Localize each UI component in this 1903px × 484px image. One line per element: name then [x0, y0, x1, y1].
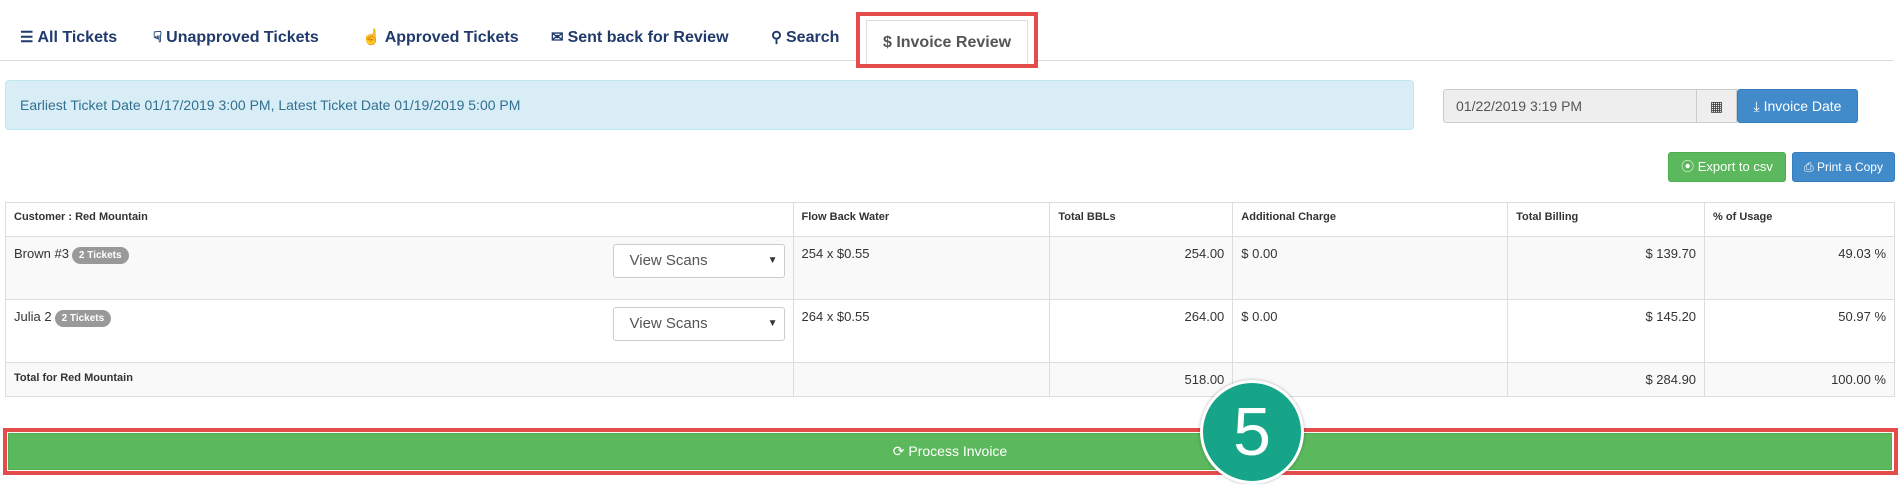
total-bbls-sum: 518.00	[1049, 362, 1234, 397]
total-label: Total for Red Mountain	[5, 362, 794, 397]
total-bbls-cell: 264.00	[1049, 299, 1234, 363]
invoice-date-input[interactable]: 01/22/2019 3:19 PM	[1443, 89, 1697, 123]
print-button[interactable]: ⎙ Print a Copy	[1792, 152, 1895, 182]
tab-unapproved-tickets[interactable]: ☟ Unapproved Tickets	[153, 18, 319, 58]
customer-cell: Julia 22 Tickets View Scans ▼	[5, 299, 794, 363]
tab-sent-back-for-review[interactable]: ✉ Sent back for Review	[551, 18, 729, 58]
total-bbls-cell: 254.00	[1049, 236, 1234, 300]
chevron-down-icon: ▼	[767, 318, 778, 329]
tab-label: Sent back for Review	[567, 29, 729, 46]
view-scans-label: View Scans	[629, 315, 708, 332]
tab-label: All Tickets	[37, 29, 118, 46]
tab-all-tickets[interactable]: ☰ All Tickets	[20, 18, 117, 58]
chevron-down-icon: ▼	[767, 255, 778, 266]
print-label: Print a Copy	[1816, 160, 1883, 174]
tab-search[interactable]: ⚲ Search	[771, 18, 839, 58]
tab-bar: ☰ All Tickets ☟ Unapproved Tickets ☝ Approv…	[0, 0, 1893, 68]
tab-label: Search	[786, 29, 840, 46]
list-icon: ☰	[20, 29, 34, 46]
refresh-icon: ⟳	[892, 443, 905, 459]
thumbs-down-icon: ☟	[153, 29, 163, 46]
total-flow-cell	[792, 362, 1051, 397]
total-billing-cell: $ 145.20	[1507, 299, 1706, 363]
tab-label: Approved Tickets	[384, 29, 519, 46]
tab-label: Unapproved Tickets	[166, 29, 319, 46]
table-header-row: Customer : Red Mountain Flow Back Water …	[5, 202, 1895, 237]
download-icon: ⤓	[1753, 98, 1760, 114]
customer-cell: Brown #3 2 Tickets View Scans ▼	[5, 236, 794, 300]
export-csv-label: Export to csv	[1697, 159, 1773, 174]
process-invoice-label: Process Invoice	[908, 443, 1008, 459]
table-row: Julia 22 Tickets View Scans ▼ 264 x $0.5…	[5, 299, 1895, 363]
lease-name: Julia 2	[14, 309, 52, 324]
column-header: % of Usage	[1704, 202, 1895, 237]
ticket-count-badge[interactable]: 2 Tickets	[71, 247, 129, 264]
view-scans-select[interactable]: View Scans ▼	[612, 307, 785, 341]
additional-charge-cell: $ 0.00	[1232, 236, 1509, 300]
search-icon: ⚲	[771, 29, 782, 46]
total-billing-cell: $ 139.70	[1507, 236, 1706, 300]
lease-name: Brown #3	[14, 246, 69, 261]
flow-back-cell: 264 x $0.55	[792, 299, 1051, 363]
total-row: Total for Red Mountain 518.00 $ 284.90 1…	[5, 362, 1895, 397]
tab-label: Invoice Review	[896, 34, 1012, 51]
column-header: Additional Charge	[1232, 202, 1509, 237]
process-invoice-button[interactable]: ⟳ Process Invoice	[8, 433, 1892, 470]
circle-arrow-icon: ⦿	[1681, 159, 1695, 174]
view-scans-select[interactable]: View Scans ▼	[612, 244, 785, 278]
total-billing-sum: $ 284.90	[1507, 362, 1706, 397]
invoice-date-button[interactable]: ⤓ Invoice Date	[1737, 89, 1858, 123]
invoice-date-button-label: Invoice Date	[1763, 98, 1842, 114]
flow-back-cell: 254 x $0.55	[792, 236, 1051, 300]
usage-cell: 49.03 %	[1704, 236, 1895, 300]
additional-charge-cell: $ 0.00	[1232, 299, 1509, 363]
step-number-badge: 5	[1200, 380, 1304, 484]
ticket-count-badge[interactable]: 2 Tickets	[54, 310, 112, 327]
print-icon: ⎙	[1804, 160, 1814, 174]
table-row: Brown #3 2 Tickets View Scans ▼ 254 x $0.…	[5, 236, 1895, 300]
column-header: Total Billing	[1507, 202, 1706, 237]
ticket-date-range-alert: Earliest Ticket Date 01/17/2019 3:00 PM,…	[5, 80, 1414, 130]
thumbs-up-icon: ☝	[362, 29, 381, 46]
tab-approved-tickets[interactable]: ☝ Approved Tickets	[362, 18, 519, 58]
invoice-table: Customer : Red Mountain Flow Back Water …	[5, 202, 1895, 397]
column-header: Total BBLs	[1049, 202, 1234, 237]
export-csv-button[interactable]: ⦿ Export to csv	[1668, 152, 1786, 182]
tab-invoice-review-inner: $ Invoice Review	[866, 20, 1028, 64]
calendar-icon[interactable]: ▦	[1697, 89, 1737, 123]
usage-cell: 50.97 %	[1704, 299, 1895, 363]
total-usage-sum: 100.00 %	[1704, 362, 1895, 397]
column-header: Flow Back Water	[792, 202, 1051, 237]
column-header: Customer : Red Mountain	[5, 202, 794, 237]
tab-invoice-review[interactable]: $ Invoice Review	[856, 12, 1038, 68]
envelope-icon: ✉	[551, 29, 564, 46]
dollar-icon: $	[882, 34, 892, 51]
view-scans-label: View Scans	[629, 252, 708, 269]
